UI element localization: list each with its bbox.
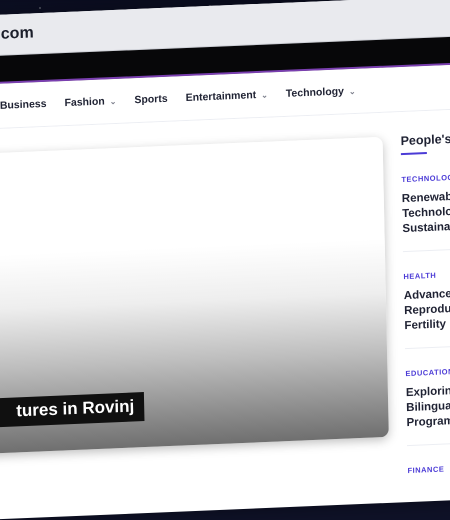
headline-line: Explorin: [405, 385, 450, 400]
featured-article-card[interactable]: tures in Rovinj: [0, 136, 389, 454]
sidebar-heading: People's I: [400, 131, 450, 149]
article-headline[interactable]: Explorin Bilingua Program: [406, 380, 450, 431]
nav-item-technology[interactable]: Technology ⌄: [285, 85, 356, 100]
browser-window: .com Business Fashion ⌄ Sports Entertain…: [0, 0, 450, 520]
chevron-down-icon: ⌄: [261, 90, 268, 100]
sidebar-article[interactable]: TECHNOLOG Renewab Technolo Sustaina: [401, 169, 450, 253]
category-label[interactable]: TECHNOLOG: [401, 169, 450, 184]
nav-item-label: Technology: [285, 85, 345, 100]
category-label[interactable]: EDUCATION: [405, 363, 450, 378]
article-headline[interactable]: Advance Reprodu Fertility: [404, 283, 450, 334]
nav-item-label: Business: [0, 97, 47, 112]
sidebar-article[interactable]: FINANCE: [407, 460, 450, 476]
nav-item-fashion[interactable]: Fashion ⌄: [64, 95, 116, 109]
sidebar-popular: People's I TECHNOLOG Renewab Technolo Su…: [400, 128, 450, 475]
sidebar-article[interactable]: HEALTH Advance Reprodu Fertility: [403, 266, 450, 350]
heading-underline: [400, 151, 427, 156]
nav-item-sports[interactable]: Sports: [134, 93, 167, 106]
chevron-down-icon: ⌄: [348, 86, 356, 96]
chevron-down-icon: ⌄: [109, 96, 117, 106]
headline-line: Advance: [403, 288, 450, 303]
nav-item-label: Fashion: [64, 95, 105, 110]
nav-item-label: Sports: [134, 92, 168, 107]
page-content: tures in Rovinj People's I TECHNOLOG Ren…: [0, 106, 450, 520]
nav-item-entertainment[interactable]: Entertainment ⌄: [186, 89, 268, 104]
divider: [402, 245, 450, 253]
featured-article-title[interactable]: tures in Rovinj: [0, 392, 145, 428]
divider: [406, 439, 450, 447]
category-label[interactable]: FINANCE: [407, 460, 450, 476]
divider: [404, 342, 450, 350]
url-text[interactable]: .com: [0, 24, 34, 44]
article-headline[interactable]: Renewab Technolo Sustaina: [402, 186, 450, 237]
sidebar-article[interactable]: EDUCATION Explorin Bilingua Program: [405, 363, 450, 447]
nav-item-business[interactable]: Business: [0, 98, 47, 112]
headline-line: Renewab: [401, 190, 450, 206]
category-label[interactable]: HEALTH: [403, 266, 450, 281]
nav-item-label: Entertainment: [185, 89, 257, 105]
